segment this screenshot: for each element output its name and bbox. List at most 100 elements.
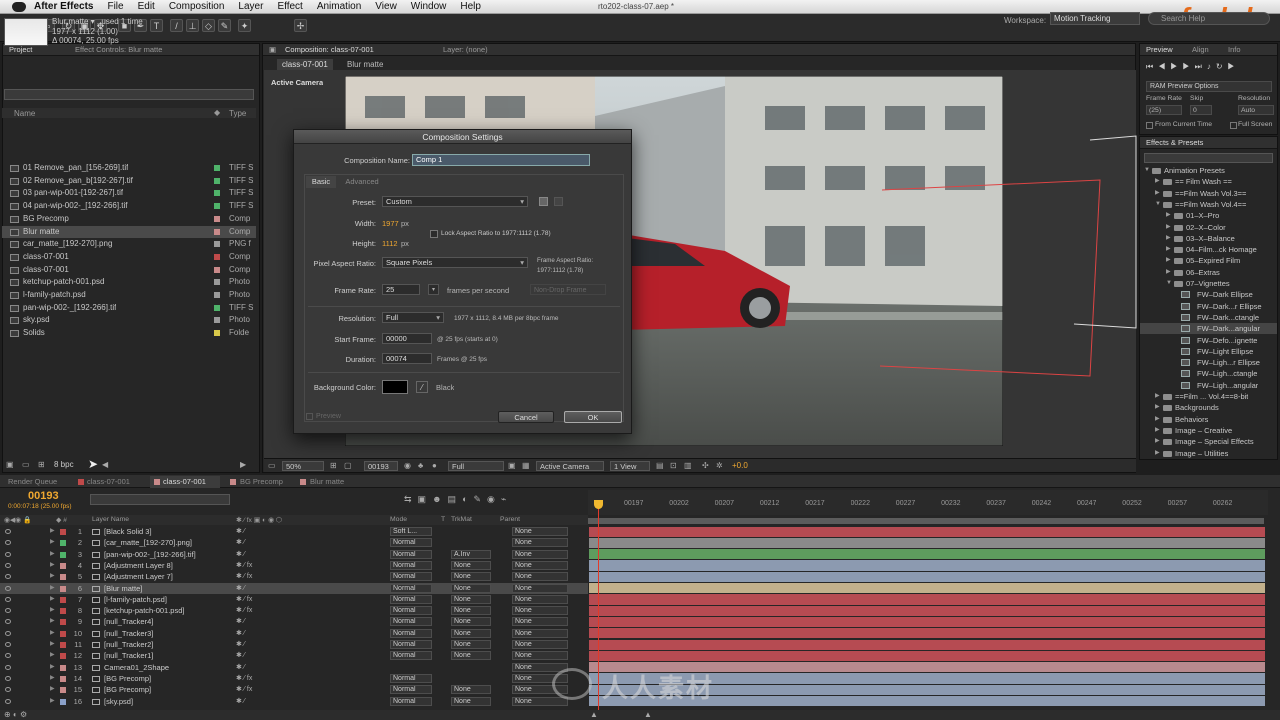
effects-folder[interactable]: ▶ ==Film Wash Vol.3== [1140,188,1277,199]
layer-row[interactable]: ▶ 3 [pan-wip-002-_[192-266].tif] ✱ ⁄ Normal A… [0,549,588,560]
layer-name[interactable]: [null_Tracker1] [104,650,153,661]
work-area-bar[interactable] [588,518,1264,524]
eraser-tool-icon[interactable]: ◇ [202,19,215,32]
label-swatch[interactable] [214,190,220,197]
visibility-eye-icon[interactable] [5,562,11,568]
draft-3d-icon[interactable]: ▣ [418,494,433,504]
col-parent[interactable]: Parent [500,516,520,523]
effects-folder[interactable]: ▶ 03–X–Balance [1140,233,1277,244]
workspace-select[interactable]: Motion Tracking [1050,12,1140,25]
layer-twirl-icon[interactable]: ▶ [50,594,55,605]
effects-folder[interactable]: ▼ Animation Presets [1140,165,1277,176]
label-swatch[interactable] [214,241,220,248]
track-matte-select[interactable]: None [451,560,491,570]
layer-twirl-icon[interactable]: ▶ [50,616,55,627]
label-swatch[interactable] [214,165,220,171]
label-swatch[interactable] [60,664,66,671]
current-time-indicator[interactable] [598,500,599,715]
label-swatch[interactable] [60,562,66,569]
layer-name[interactable]: [Adjustment Layer 8] [104,560,173,571]
label-swatch[interactable] [60,585,66,592]
layer-switches[interactable]: ✱ ⁄ [236,696,245,707]
zoom-select[interactable]: 50% [282,461,324,471]
layer-twirl-icon[interactable]: ▶ [50,560,55,571]
layer-name[interactable]: [sky.psd] [104,696,133,707]
tab-preview[interactable]: Preview [1146,45,1173,54]
effects-folder[interactable]: ▼ 07–Vignettes [1140,278,1277,289]
audio-icon[interactable]: ♪ [1207,62,1216,71]
scroll-left-icon[interactable]: ◀ [102,460,108,469]
blend-mode-select[interactable]: Normal [390,696,432,706]
exposure-value[interactable]: +0.0 [732,461,748,470]
label-swatch[interactable] [60,608,66,615]
layer-name[interactable]: [pan-wip-002-_[192-266].tif] [104,549,196,560]
brush-tool-icon[interactable]: / [170,19,183,32]
label-swatch[interactable] [214,203,220,210]
hide-shy-icon[interactable]: ☻ [432,494,447,504]
label-swatch[interactable] [60,529,66,535]
lock-aspect-checkbox[interactable] [430,230,438,238]
always-preview-icon[interactable]: ▭ [268,461,276,470]
menu-composition[interactable]: Composition [169,1,225,12]
preset-select[interactable]: Custom ▾ [382,196,528,207]
width-value[interactable]: 1977 [382,219,399,228]
layer-duration-bar[interactable] [589,650,1265,662]
layer-twirl-icon[interactable]: ▶ [50,537,55,548]
show-snapshot-icon[interactable]: ♣ [418,461,423,470]
blend-mode-select[interactable]: Normal [390,651,432,661]
label-swatch[interactable] [214,330,220,337]
effects-preset[interactable]: FW–Light Ellipse [1140,346,1277,357]
eyedropper-icon[interactable]: ⁄ [416,381,428,393]
region-of-interest-icon[interactable]: ▣ [508,461,516,470]
blend-mode-select[interactable]: Normal [390,538,432,548]
layer-switches[interactable]: ✱ ⁄ [236,583,245,594]
start-frame-input[interactable]: 00000 [382,333,432,344]
toggle-pixel-aspect-icon[interactable]: ▤ [656,461,664,470]
project-item[interactable]: class-07-001 Comp [2,264,256,276]
effects-preset[interactable]: FW–Defo...ignette [1140,335,1277,346]
camera-view-select[interactable]: Active Camera [536,461,604,471]
cancel-button[interactable]: Cancel [498,411,554,423]
tab-composition[interactable]: Composition: class-07-001 [285,45,374,54]
disclosure-closed-icon[interactable]: ▶ [1155,176,1160,187]
layer-row[interactable]: ▶ 15 [BG Precomp] ✱ ⁄ fx Normal None None [0,684,588,695]
disclosure-closed-icon[interactable]: ▶ [1155,188,1160,199]
track-matte-select[interactable]: None [451,640,491,649]
effects-search-input[interactable] [1144,153,1273,163]
tab-advanced[interactable]: Advanced [340,176,384,188]
project-item[interactable]: Solids Folde [2,327,256,339]
layer-row[interactable]: ▶ 12 [null_Tracker1] ✱ ⁄ Normal None None [0,650,588,661]
bg-color-swatch[interactable] [382,380,408,394]
effects-preset[interactable]: FW–Ligh...r Ellipse [1140,357,1277,368]
layer-duration-bar[interactable] [589,560,1265,571]
breadcrumb-blur-matte[interactable]: Blur matte [347,60,383,69]
label-column-icon[interactable]: ◆ # [56,516,67,524]
tab-class-07-001-a[interactable]: class-07-001 [87,477,130,486]
brainstorm-icon[interactable]: ✎ [474,494,488,504]
label-swatch[interactable] [60,698,66,705]
parent-select[interactable]: None [512,628,568,638]
visibility-eye-icon[interactable] [5,664,11,670]
play-icon[interactable]: ▶ [1170,62,1182,71]
tab-basic[interactable]: Basic [306,176,336,188]
label-swatch[interactable] [214,253,220,260]
label-swatch[interactable] [214,292,220,298]
menu-view[interactable]: View [375,1,397,12]
frame-rate-dropdown-icon[interactable]: ▾ [428,284,439,295]
layer-twirl-icon[interactable]: ▶ [50,650,55,661]
graph-editor-icon[interactable]: ⌁ [501,494,512,504]
label-swatch[interactable] [214,228,220,235]
tab-effects-presets[interactable]: Effects & Presets [1146,138,1203,147]
layer-row[interactable]: ▶ 7 [l-family-patch.psd] ✱ ⁄ fx Normal None No… [0,594,588,605]
effects-folder[interactable]: ▶ 01–X–Pro [1140,210,1277,221]
effects-folder[interactable]: ▶ Backgrounds [1140,402,1277,413]
layer-row[interactable]: ▶ 13 Camera01_2Shape ✱ ⁄ None [0,662,588,673]
zoom-slider-icon[interactable]: ▲ [644,710,652,719]
timeline-icon[interactable]: ▥ [684,461,692,470]
disclosure-closed-icon[interactable]: ▶ [1155,402,1160,413]
ram-preview-icon[interactable]: ▶ [1228,62,1240,71]
blend-mode-select[interactable]: Normal [390,606,432,616]
blend-mode-select[interactable]: Normal [390,628,432,638]
duration-input[interactable]: 00074 [382,353,432,364]
blend-mode-select[interactable]: Normal [390,685,432,695]
